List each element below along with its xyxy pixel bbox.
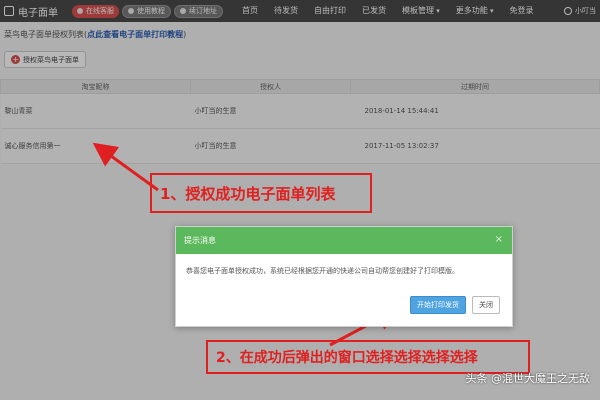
close-icon[interactable]: × bbox=[495, 234, 503, 245]
dialog-title: 提示消息 bbox=[184, 236, 216, 245]
annotation-step2: 2、在成功后弹出的窗口选择选择选择选择 bbox=[206, 340, 530, 374]
success-dialog: 提示消息 × 恭喜您电子面单授权成功，系统已经根据您开通的快递公司自动帮您创建好… bbox=[175, 226, 513, 327]
dialog-header: 提示消息 × bbox=[176, 227, 512, 254]
start-print-button[interactable]: 开始打印发货 bbox=[410, 296, 466, 314]
annotation-step1: 1、授权成功电子面单列表 bbox=[150, 173, 372, 213]
dialog-footer: 开始打印发货 关闭 bbox=[410, 296, 500, 314]
watermark: 头条 @混世大魔王之无敌 bbox=[465, 372, 591, 385]
close-button[interactable]: 关闭 bbox=[472, 296, 500, 314]
dialog-message: 恭喜您电子面单授权成功，系统已经根据您开通的快递公司自动帮您创建好了打印模版。 bbox=[186, 267, 459, 275]
